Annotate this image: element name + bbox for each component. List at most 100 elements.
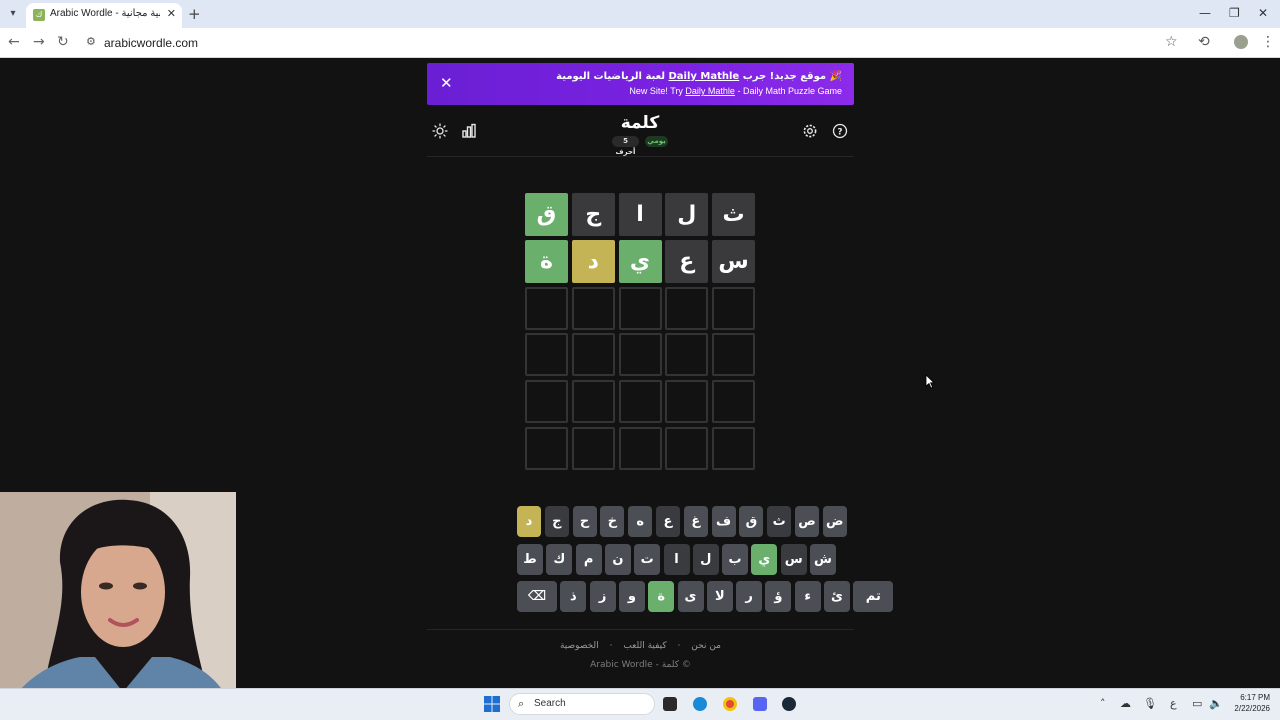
back-icon[interactable]: ← [8,34,20,50]
settings-gear-icon[interactable] [802,123,818,139]
keyboard-key[interactable]: لا [706,581,733,612]
browser-tab[interactable]: ك Arabic Wordle - لعبة كلمات عربية مجاني… [26,3,182,28]
bookmark-star-icon[interactable]: ☆ [1165,34,1178,50]
board-tile [618,333,662,377]
keyboard-key[interactable]: ف [711,506,736,537]
favicon-icon: ك [33,9,45,21]
keyboard-key[interactable]: ز [589,581,616,612]
keyboard-key[interactable]: ن [604,544,631,575]
keyboard-key[interactable]: غ [683,506,708,537]
board-tile: ا [618,193,662,236]
edge-browser-icon[interactable] [693,697,707,711]
keyboard-key[interactable]: ك [546,544,573,575]
board-row: قجالث [525,193,755,236]
keyboard-key[interactable]: ع [656,506,680,537]
keyboard-key[interactable]: ؤ [765,581,792,612]
footer-link-about[interactable]: من نحن [691,641,721,651]
banner-link-arabic[interactable]: Daily Mathle [669,71,740,82]
keyboard-key[interactable]: ة [648,581,675,612]
backspace-key[interactable]: ⌫ [517,581,557,612]
board-tile: ة [525,239,568,283]
windows-start-icon[interactable] [484,696,500,712]
keyboard-key[interactable]: ذ [560,581,587,612]
keyboard-key[interactable]: ج [544,506,569,537]
forward-icon[interactable]: → [33,34,45,50]
tab-title: Arabic Wordle - لعبة كلمات عربية مجانية [50,8,160,19]
site-info-icon[interactable]: ⚙ [86,35,96,48]
keyboard-key[interactable]: ر [736,581,763,612]
board-tile: ث [712,193,755,236]
clock-time: 6:17 PM [1240,693,1270,702]
keyboard-key[interactable]: ح [572,506,597,537]
board-tile: ل [665,193,709,236]
banner-close-icon[interactable]: ✕ [440,74,453,92]
volume-icon[interactable]: 🔈 [1209,697,1223,710]
keyboard-key[interactable]: ا [663,544,690,575]
discord-icon[interactable] [753,697,767,711]
address-toolbar: ← → ↻ ⚙ arabicwordle.com ☆ ⟲ ⋮ [0,28,1280,58]
network-icon[interactable]: ▭ [1192,697,1202,710]
reload-icon[interactable]: ↻ [57,34,69,50]
keyboard-key[interactable]: ق [739,506,764,537]
minimize-icon[interactable]: — [1199,6,1211,20]
board-tile [571,427,615,470]
microphone-icon[interactable]: 🎙 [1143,697,1157,710]
keyboard-key[interactable]: و [618,581,645,612]
keyboard-key[interactable]: ئ [824,581,850,612]
keyboard-key[interactable]: ض [822,506,847,537]
profile-avatar[interactable] [1234,35,1248,49]
keyboard-key[interactable]: س [780,544,807,575]
stats-chart-icon[interactable] [461,123,477,139]
keyboard-key[interactable]: ب [722,544,749,575]
taskbar-search[interactable]: ⌕ Search [509,693,655,715]
board-tile [712,333,755,377]
keyboard-key[interactable]: د [517,506,541,537]
footer-link-how-to-play[interactable]: كيفية اللعب [623,641,666,651]
keyboard-key[interactable]: خ [600,506,625,537]
taskview-icon[interactable] [663,697,677,711]
board-tile [712,427,755,470]
tab-search-chevron-icon[interactable]: ▾ [5,6,21,22]
enter-key[interactable]: تم [853,581,894,612]
system-clock[interactable]: 6:17 PM 2/22/2026 [1226,692,1270,714]
menu-kebab-icon[interactable]: ⋮ [1261,34,1275,50]
history-icon[interactable]: ⟲ [1198,34,1210,50]
keyboard-key[interactable]: ص [795,506,819,537]
game-title: كلمة [620,113,660,133]
keyboard-key[interactable]: ث [767,506,792,537]
theme-sun-icon[interactable] [432,123,448,139]
board-row: ةديعس [525,239,755,283]
length-badge: 5 أحرف [612,136,639,156]
keyboard-key[interactable]: ي [751,544,778,575]
board-tile [618,380,662,424]
board-row [525,380,755,424]
chrome-browser-icon[interactable] [723,697,737,711]
board-tile [525,380,568,424]
new-tab-icon[interactable]: + [188,5,201,23]
banner-link-english[interactable]: Daily Mathle [685,86,735,96]
keyboard-key[interactable]: ه [628,506,653,537]
help-question-icon[interactable]: ? [832,123,848,139]
footer-link-privacy[interactable]: الخصوصية [560,641,599,651]
board-tile: ع [665,239,709,283]
board-tile [618,286,662,330]
tab-close-icon[interactable]: ✕ [167,7,176,20]
keyboard-key[interactable]: ش [810,544,836,575]
keyboard-key[interactable]: ى [677,581,704,612]
steam-icon[interactable] [782,697,796,711]
input-language-indicator[interactable]: ع [1170,697,1177,710]
onedrive-icon[interactable]: ☁ [1120,697,1131,710]
url-text: arabicwordle.com [104,36,199,50]
url-field[interactable]: ⚙ arabicwordle.com [80,31,1180,55]
restore-icon[interactable]: ❐ [1229,6,1240,20]
keyboard-key[interactable]: ل [692,544,719,575]
board-tile [525,286,568,330]
keyboard-key[interactable]: ء [794,581,821,612]
keyboard-key[interactable]: م [575,544,602,575]
board-tile: ي [618,239,662,283]
window-close-icon[interactable]: ✕ [1258,6,1268,20]
tray-chevron-icon[interactable]: ˄ [1100,697,1106,710]
keyboard-key[interactable]: ت [634,544,661,575]
banner-line-english: New Site! Try Daily Mathle - Daily Math … [629,86,842,96]
keyboard-key[interactable]: ط [517,544,543,575]
